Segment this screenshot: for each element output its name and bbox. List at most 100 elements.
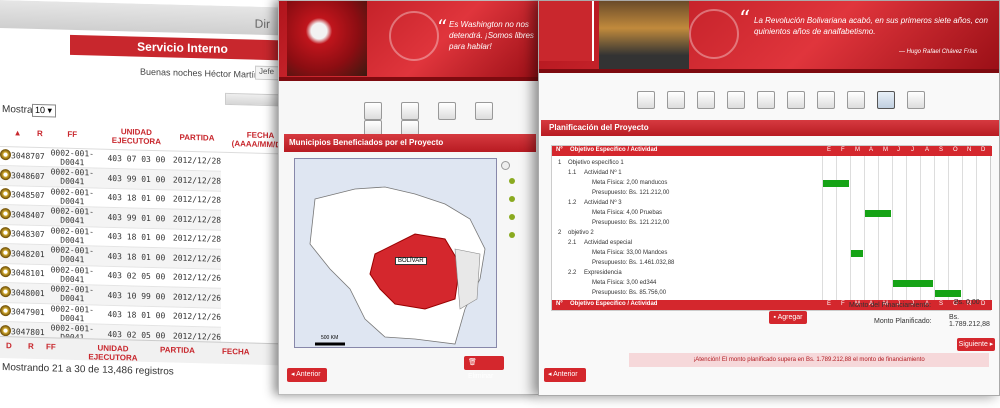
- org-icon[interactable]: [667, 91, 685, 109]
- table-cell: 30479: [11, 302, 36, 323]
- nav-icons: [637, 91, 937, 109]
- col-header[interactable]: R: [35, 120, 45, 148]
- person-icon[interactable]: [727, 91, 745, 109]
- magnifier-icon[interactable]: [0, 168, 11, 181]
- activity-label: Actividad Nº 3: [584, 200, 622, 206]
- objective-label: Objetivo específico 1: [568, 160, 624, 166]
- table-cell: 0002-001-D0041: [44, 166, 100, 188]
- tools-icon[interactable]: [787, 91, 805, 109]
- view-icon[interactable]: [0, 302, 11, 322]
- magnifier-icon[interactable]: [0, 305, 11, 317]
- magnifier-icon[interactable]: [0, 246, 11, 259]
- month-gridline: [934, 156, 935, 300]
- doc-icon[interactable]: [438, 102, 456, 120]
- table-cell: 403 99 01 00: [99, 207, 173, 229]
- map-icon[interactable]: [817, 91, 835, 109]
- table-cell: 403 99 01 00: [99, 168, 173, 190]
- next-button[interactable]: Siguiente ▸: [957, 338, 995, 351]
- view-icon[interactable]: [0, 243, 11, 264]
- write-icon[interactable]: [847, 91, 865, 109]
- back-button[interactable]: ◂ Anterior: [287, 368, 327, 382]
- gantt-bar[interactable]: [823, 180, 849, 187]
- table-cell: 30480: [11, 282, 36, 303]
- export-icon[interactable]: [907, 91, 925, 109]
- view-icon[interactable]: [0, 282, 11, 303]
- planning-icon[interactable]: [877, 91, 895, 109]
- view-icon[interactable]: [0, 263, 11, 283]
- gantt-bar[interactable]: [935, 290, 961, 297]
- org-icon[interactable]: [401, 102, 419, 120]
- footer-col-0: D: [6, 341, 12, 351]
- back-label: Anterior: [553, 371, 578, 378]
- page-size-select[interactable]: 10 ▾: [32, 103, 56, 118]
- activity-detail: Presupuesto: Bs. 85.756,00: [592, 290, 667, 296]
- records-panel: Dir Servicio Interno Buenas noches Hécto…: [0, 0, 300, 408]
- venezuela-map[interactable]: BOLÍVAR 500 KM: [294, 158, 497, 348]
- table-cell: 2012/12/28: [172, 189, 222, 211]
- magnifier-icon[interactable]: [0, 207, 11, 220]
- view-icon[interactable]: [0, 204, 11, 225]
- col-objective: Objetivo Específico / Actividad: [570, 301, 658, 307]
- greeting: Buenas noches Héctor Martínez: [140, 66, 269, 81]
- view-icon[interactable]: [0, 146, 11, 166]
- table-cell: 2012/12/26: [172, 248, 222, 269]
- magnifier-icon[interactable]: [0, 188, 11, 200]
- magnifier-icon[interactable]: [0, 324, 11, 337]
- radio-icon[interactable]: [501, 161, 510, 170]
- banner-logo: [539, 1, 594, 61]
- table-cell: 30482: [11, 243, 36, 264]
- view-icon[interactable]: [0, 224, 11, 244]
- magnifier-icon[interactable]: [0, 285, 11, 298]
- month-label: M: [883, 147, 888, 153]
- col-header[interactable]: PARTIDA: [172, 124, 222, 152]
- delete-button[interactable]: 🗑 Eliminar: [464, 356, 504, 380]
- table-cell: 403 10 99 00: [99, 285, 173, 307]
- view-icon[interactable]: [0, 165, 11, 186]
- doc-icon[interactable]: [697, 91, 715, 109]
- funding-label: Monto del Financiamiento:: [849, 302, 932, 309]
- month-label: J: [911, 147, 914, 153]
- table-cell: 403 07 03 00: [99, 148, 173, 171]
- view-icon[interactable]: [0, 185, 11, 205]
- delete-label: Eliminar: [468, 373, 494, 380]
- quote-mark-icon: “: [437, 15, 448, 39]
- col-number: Nº: [556, 147, 563, 153]
- footer-col-5: FECHA: [222, 346, 250, 357]
- magnifier-icon[interactable]: [0, 266, 11, 278]
- objective-label: objetivo 2: [568, 230, 594, 236]
- magnifier-icon[interactable]: [0, 149, 11, 161]
- check-icon: [509, 178, 515, 184]
- warning-message: ¡Atención! El monto planificado supera e…: [629, 353, 989, 367]
- table-cell: 01: [35, 283, 45, 304]
- table-cell: 403 02 05 00: [99, 265, 173, 288]
- back-label: Anterior: [296, 371, 321, 378]
- col-header[interactable]: UNIDAD EJECUTORA: [99, 122, 173, 151]
- month-label: S: [939, 147, 944, 153]
- gantt-bar[interactable]: [851, 250, 863, 257]
- back-button[interactable]: ◂ Anterior: [544, 368, 586, 382]
- table-cell: 403 18 01 00: [99, 226, 173, 249]
- edit-icon[interactable]: [757, 91, 775, 109]
- person-icon[interactable]: [475, 102, 493, 120]
- form-icon[interactable]: [364, 102, 382, 120]
- records-summary: Mostrando 21 a 30 de 13,486 registros: [2, 362, 174, 378]
- map-legend: [501, 161, 515, 250]
- table-cell: 403 18 01 00: [99, 304, 173, 327]
- table-cell: 07: [35, 205, 45, 226]
- activity-detail: Presupuesto: Bs. 1.461.032,88: [592, 260, 675, 266]
- activity-detail: Meta Física: 4,00 Pruebas: [592, 210, 663, 216]
- show-label: Mostrar: [2, 104, 36, 116]
- month-gridline: [920, 156, 921, 300]
- section-title: Servicio Interno: [70, 34, 295, 61]
- add-button[interactable]: ▪ Agregar: [769, 311, 807, 324]
- month-gridline: [892, 156, 893, 300]
- col-header[interactable]: ▲: [0, 120, 36, 147]
- gantt-bar[interactable]: [865, 210, 891, 217]
- magnifier-icon[interactable]: [0, 227, 11, 239]
- nav-icons: [364, 102, 539, 138]
- col-header[interactable]: FF: [44, 121, 100, 149]
- month-label: D: [981, 301, 986, 307]
- quote-author: — Hugo Rafael Chávez Frías: [899, 49, 978, 55]
- gantt-bar[interactable]: [893, 280, 933, 287]
- form-icon[interactable]: [637, 91, 655, 109]
